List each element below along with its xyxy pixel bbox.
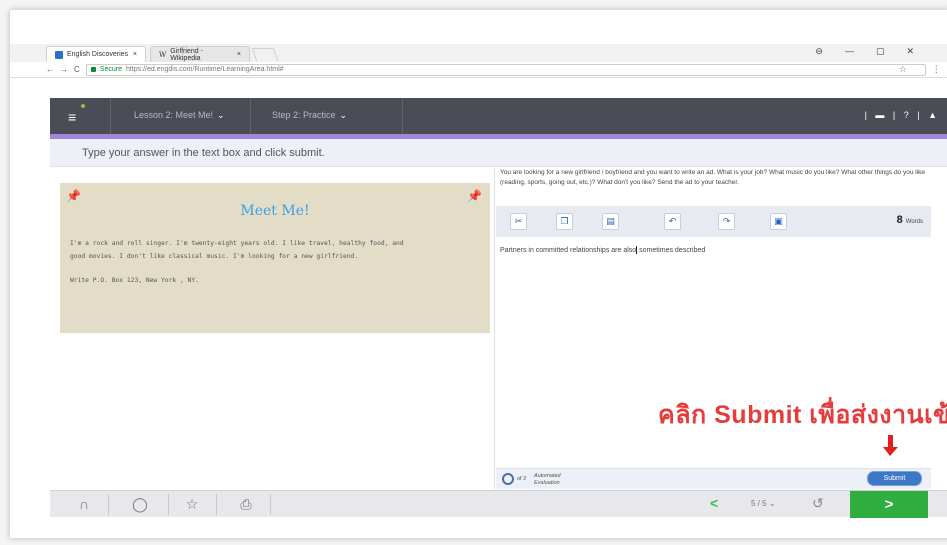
toolbar-divider [216,494,217,515]
card-address: Write P.O. Box 123, New York , NY. [70,277,199,284]
app-header: ≡ Lesson 2: Meet Me! ⌄ Step 2: Practice ⌄ … [50,98,947,134]
copy-icon[interactable]: ❐ [556,213,573,230]
redo-icon[interactable]: ↷ [718,213,735,230]
writing-prompt: You are looking for a new girlfriend / b… [500,169,926,186]
toolbar-divider [108,494,109,515]
window-controls: ⊖ — ▢ ✕ [815,46,914,57]
reset-icon[interactable]: ↺ [812,495,824,512]
bookmark-star-icon[interactable]: ☆ [899,64,907,75]
url-text: https://ed.engdis.com/Runtime/LearningAr… [125,66,284,73]
card-title: Meet Me! [240,203,310,219]
pushpin-icon: 📌 [467,189,482,203]
evaluation-label-1: Automated [534,473,561,479]
cut-icon[interactable]: ✂ [510,213,527,230]
minimize-icon[interactable]: — [845,46,854,57]
tab-english-discoveries[interactable]: English Discoveries × [46,46,146,62]
new-tab-button[interactable] [251,48,279,61]
word-count: 8 Words [897,214,923,226]
panel-divider [494,168,495,498]
thai-instruction-annotation: คลิก Submit เพื่อส่งงานเข้าระบบ [658,401,947,429]
close-tab-icon[interactable]: × [237,51,241,58]
toolbar-divider [270,494,271,515]
toolbar-divider [168,494,169,515]
page-indicator: 5 / 5 [751,499,767,508]
next-button[interactable]: > [850,491,928,518]
word-count-value: 8 [896,214,903,226]
chevron-down-icon: ⌄ [339,110,348,120]
close-window-icon[interactable]: ✕ [906,46,914,57]
print-icon[interactable]: ⎙ [236,494,256,514]
header-right-icons[interactable]: | ▬ | ? | ▲ [865,110,940,120]
bottom-toolbar: ∩ ◯ ☆ ⎙ < 5 / 5 ⌄ ↺ > [50,490,947,518]
lesson-dropdown[interactable]: Lesson 2: Meet Me! ⌄ [134,110,225,121]
submit-button[interactable]: Submit [867,471,922,486]
english-discoveries-favicon-icon [55,50,63,59]
evaluation-label-2: Evaluation [534,479,560,486]
step-label: Step 2: Practice [272,110,336,120]
answer-text: Partners in committed relationships are … [500,246,637,254]
paste-icon[interactable]: ▤ [602,213,619,230]
card-body-line: good movies. I don't like classical musi… [70,253,359,260]
card-body-line: I'm a rock and roll singer. I'm twenty-e… [70,240,404,247]
star-icon[interactable]: ☆ [182,494,202,514]
chevron-down-icon: ⌄ [768,499,776,508]
evaluation-icon [502,473,514,485]
headphones-icon[interactable]: ∩ [74,494,94,514]
tab-label: English Discoveries [67,51,129,58]
back-icon[interactable]: ← [46,65,54,74]
tab-label: Girlfriend - Wikipedia [170,47,203,62]
notification-dot [81,104,85,108]
reload-icon[interactable]: C [74,65,80,74]
wikipedia-favicon-icon: W [159,50,167,59]
browser-tab-bar: English Discoveries × W Girlfriend - Wik… [10,44,947,62]
reading-card: 📌 📌 Meet Me! I'm a rock and roll singer.… [60,183,490,333]
chat-bubble-icon[interactable]: ◯ [130,494,150,514]
word-count-label: Words [905,219,923,225]
secure-label: Secure [99,66,122,73]
address-bar-row: ← → C Secure https://ed.engdis.com/Runti… [10,62,947,78]
step-dropdown[interactable]: Step 2: Practice ⌄ [272,110,347,121]
instruction-text: Type your answer in the text box and cli… [50,139,947,167]
header-divider [110,98,111,134]
header-divider [402,98,403,134]
profile-icon[interactable]: ⊖ [815,46,823,57]
tab-girlfriend-wikipedia[interactable]: W Girlfriend - Wikipedia × [150,46,250,62]
evaluation-count: of 2 [517,476,527,482]
chevron-down-icon: ⌄ [217,110,225,120]
page-selector[interactable]: 5 / 5 ⌄ [745,496,782,512]
save-icon[interactable]: ▣ [770,213,787,230]
maximize-icon[interactable]: ▢ [876,46,885,57]
forward-icon[interactable]: → [60,65,68,74]
editor-toolbar: ✂ ❐ ▤ ↶ ↷ ▣ 8 Words [496,206,931,237]
evaluation-label: Automated Evaluation [534,473,561,486]
browser-menu-icon[interactable]: ⋮ [932,64,941,75]
undo-icon[interactable]: ↶ [664,213,681,230]
header-divider [250,98,251,134]
previous-button[interactable]: < [710,495,718,511]
close-tab-icon[interactable]: × [133,51,137,58]
pushpin-icon: 📌 [66,189,81,203]
lesson-label: Lesson 2: Meet Me! [134,110,214,120]
answer-text: sometimes described [637,246,706,254]
hamburger-menu-icon[interactable]: ≡ [68,109,76,125]
evaluation-bar: of 2 Automated Evaluation [496,468,931,489]
answer-textbox[interactable]: Partners in committed relationships are … [500,246,705,254]
lock-icon [90,67,96,72]
screenshot-frame: English Discoveries × W Girlfriend - Wik… [10,10,947,538]
url-field[interactable]: Secure https://ed.engdis.com/Runtime/Lea… [85,63,926,76]
